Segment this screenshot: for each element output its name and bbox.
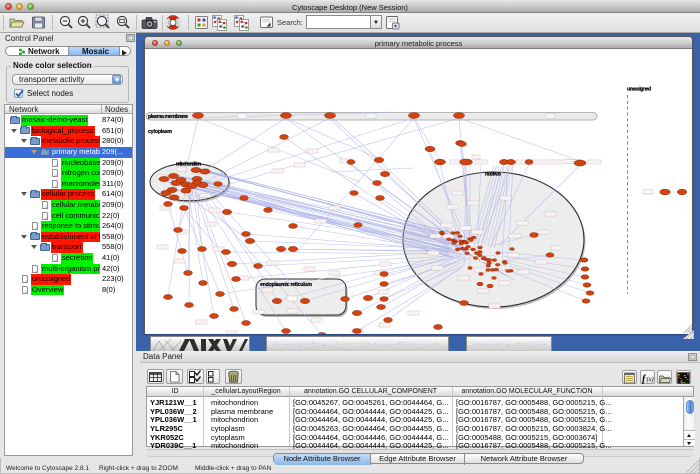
svg-text:mitochondrion: mitochondrion xyxy=(176,161,201,167)
svg-text:cytoplasm: cytoplasm xyxy=(148,129,172,135)
svg-text:(x): (x) xyxy=(647,376,654,383)
svg-text:unassigned: unassigned xyxy=(627,87,651,93)
svg-text:plasma membrane: plasma membrane xyxy=(148,114,188,120)
svg-text:endoplasmic reticulum: endoplasmic reticulum xyxy=(260,282,312,288)
svg-text:nucleus: nucleus xyxy=(485,172,501,178)
